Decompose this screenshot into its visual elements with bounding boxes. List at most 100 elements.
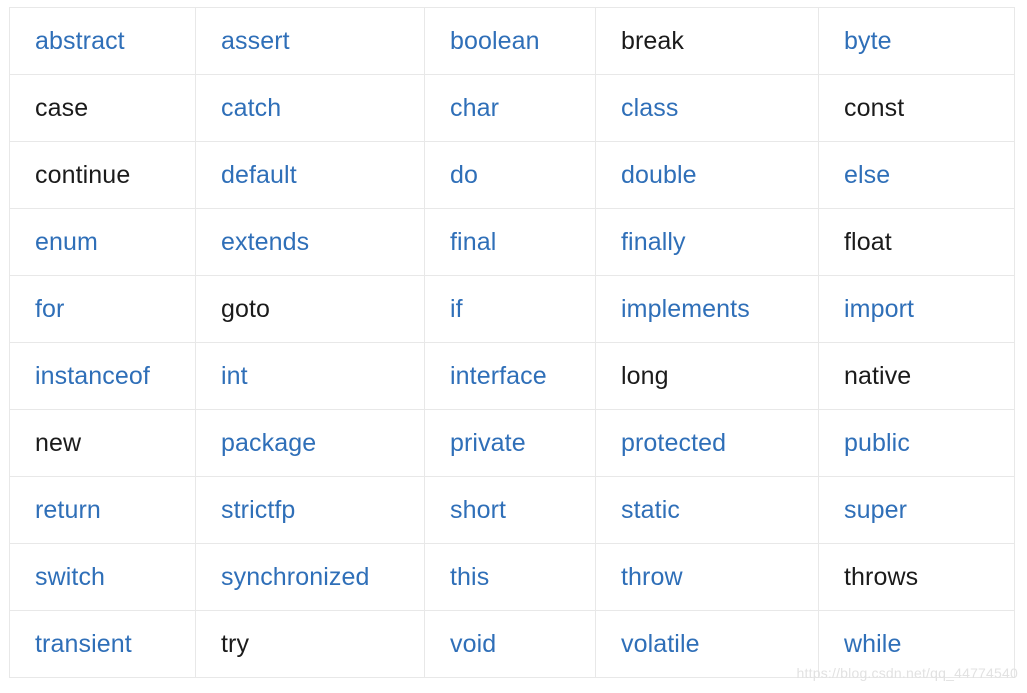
- keyword-link[interactable]: class: [621, 94, 678, 122]
- keyword-cell: case: [9, 74, 196, 142]
- keyword-cell: byte: [818, 7, 1015, 75]
- table-row: switch synchronized this throw throws: [9, 543, 1015, 611]
- keyword-link[interactable]: default: [221, 161, 297, 189]
- keyword-link[interactable]: boolean: [450, 27, 540, 55]
- keyword-cell: transient: [9, 610, 196, 678]
- keyword-cell: boolean: [424, 7, 596, 75]
- keyword-link[interactable]: char: [450, 94, 499, 122]
- keyword-text: throws: [844, 563, 919, 591]
- keyword-link[interactable]: throw: [621, 563, 683, 591]
- keyword-cell: class: [595, 74, 819, 142]
- table-row: enum extends final finally float: [9, 208, 1015, 276]
- keyword-cell: while: [818, 610, 1015, 678]
- table-row: case catch char class const: [9, 74, 1015, 142]
- keyword-text: const: [844, 94, 905, 122]
- java-keywords-table: abstract assert boolean break byte case catch c…: [9, 7, 1015, 678]
- keyword-cell: try: [195, 610, 425, 678]
- keyword-cell: final: [424, 208, 596, 276]
- keyword-text: try: [221, 630, 250, 658]
- keyword-cell: throws: [818, 543, 1015, 611]
- table-row: for goto if implements import: [9, 275, 1015, 343]
- keyword-link[interactable]: final: [450, 228, 496, 256]
- keyword-link[interactable]: if: [450, 295, 463, 323]
- keyword-link[interactable]: short: [450, 496, 506, 524]
- keyword-link[interactable]: switch: [35, 563, 105, 591]
- table-row: return strictfp short static super: [9, 476, 1015, 544]
- keyword-cell: char: [424, 74, 596, 142]
- keyword-link[interactable]: volatile: [621, 630, 700, 658]
- table-row: transient try void volatile while: [9, 610, 1015, 678]
- keyword-cell: assert: [195, 7, 425, 75]
- keyword-link[interactable]: instanceof: [35, 362, 150, 390]
- keyword-link[interactable]: synchronized: [221, 563, 370, 591]
- keyword-link[interactable]: transient: [35, 630, 132, 658]
- keyword-text: continue: [35, 161, 131, 189]
- keyword-cell: switch: [9, 543, 196, 611]
- keyword-link[interactable]: static: [621, 496, 680, 524]
- keyword-link[interactable]: private: [450, 429, 526, 457]
- keyword-link[interactable]: catch: [221, 94, 281, 122]
- keyword-cell: float: [818, 208, 1015, 276]
- keyword-text: native: [844, 362, 912, 390]
- keyword-text: goto: [221, 295, 271, 323]
- keyword-link[interactable]: double: [621, 161, 697, 189]
- keyword-link[interactable]: protected: [621, 429, 726, 457]
- keyword-cell: default: [195, 141, 425, 209]
- keyword-cell: double: [595, 141, 819, 209]
- keyword-cell: const: [818, 74, 1015, 142]
- keyword-cell: enum: [9, 208, 196, 276]
- keyword-cell: void: [424, 610, 596, 678]
- keyword-cell: else: [818, 141, 1015, 209]
- keyword-link[interactable]: while: [844, 630, 901, 658]
- keyword-cell: private: [424, 409, 596, 477]
- keyword-cell: interface: [424, 342, 596, 410]
- keyword-table-body: abstract assert boolean break byte case catch c…: [9, 7, 1015, 678]
- keyword-text: long: [621, 362, 669, 390]
- keyword-link[interactable]: finally: [621, 228, 686, 256]
- keyword-link[interactable]: assert: [221, 27, 290, 55]
- keyword-link[interactable]: import: [844, 295, 914, 323]
- keyword-link[interactable]: int: [221, 362, 248, 390]
- keyword-cell: continue: [9, 141, 196, 209]
- keyword-cell: int: [195, 342, 425, 410]
- keyword-link[interactable]: void: [450, 630, 496, 658]
- table-row: new package private protected public: [9, 409, 1015, 477]
- keyword-link[interactable]: implements: [621, 295, 750, 323]
- keyword-link[interactable]: return: [35, 496, 101, 524]
- keyword-cell: return: [9, 476, 196, 544]
- keyword-cell: new: [9, 409, 196, 477]
- keyword-cell: static: [595, 476, 819, 544]
- keyword-cell: abstract: [9, 7, 196, 75]
- keyword-cell: if: [424, 275, 596, 343]
- keyword-link[interactable]: this: [450, 563, 489, 591]
- keyword-cell: public: [818, 409, 1015, 477]
- keyword-cell: this: [424, 543, 596, 611]
- keyword-link[interactable]: do: [450, 161, 478, 189]
- keyword-link[interactable]: public: [844, 429, 910, 457]
- keyword-link[interactable]: abstract: [35, 27, 125, 55]
- keyword-cell: protected: [595, 409, 819, 477]
- keyword-link[interactable]: super: [844, 496, 907, 524]
- keyword-link[interactable]: byte: [844, 27, 892, 55]
- keyword-cell: goto: [195, 275, 425, 343]
- keyword-link[interactable]: extends: [221, 228, 309, 256]
- keyword-link[interactable]: else: [844, 161, 890, 189]
- keyword-table-container: abstract assert boolean break byte case catch c…: [9, 7, 1015, 685]
- keyword-cell: super: [818, 476, 1015, 544]
- keyword-link[interactable]: strictfp: [221, 496, 295, 524]
- keyword-text: float: [844, 228, 892, 256]
- keyword-text: break: [621, 27, 685, 55]
- keyword-cell: instanceof: [9, 342, 196, 410]
- keyword-cell: volatile: [595, 610, 819, 678]
- keyword-cell: catch: [195, 74, 425, 142]
- table-row: instanceof int interface long native: [9, 342, 1015, 410]
- keyword-cell: short: [424, 476, 596, 544]
- keyword-cell: synchronized: [195, 543, 425, 611]
- keyword-link[interactable]: interface: [450, 362, 547, 390]
- keyword-link[interactable]: enum: [35, 228, 98, 256]
- keyword-text: new: [35, 429, 82, 457]
- keyword-link[interactable]: for: [35, 295, 64, 323]
- keyword-cell: for: [9, 275, 196, 343]
- keyword-text: case: [35, 94, 89, 122]
- keyword-link[interactable]: package: [221, 429, 316, 457]
